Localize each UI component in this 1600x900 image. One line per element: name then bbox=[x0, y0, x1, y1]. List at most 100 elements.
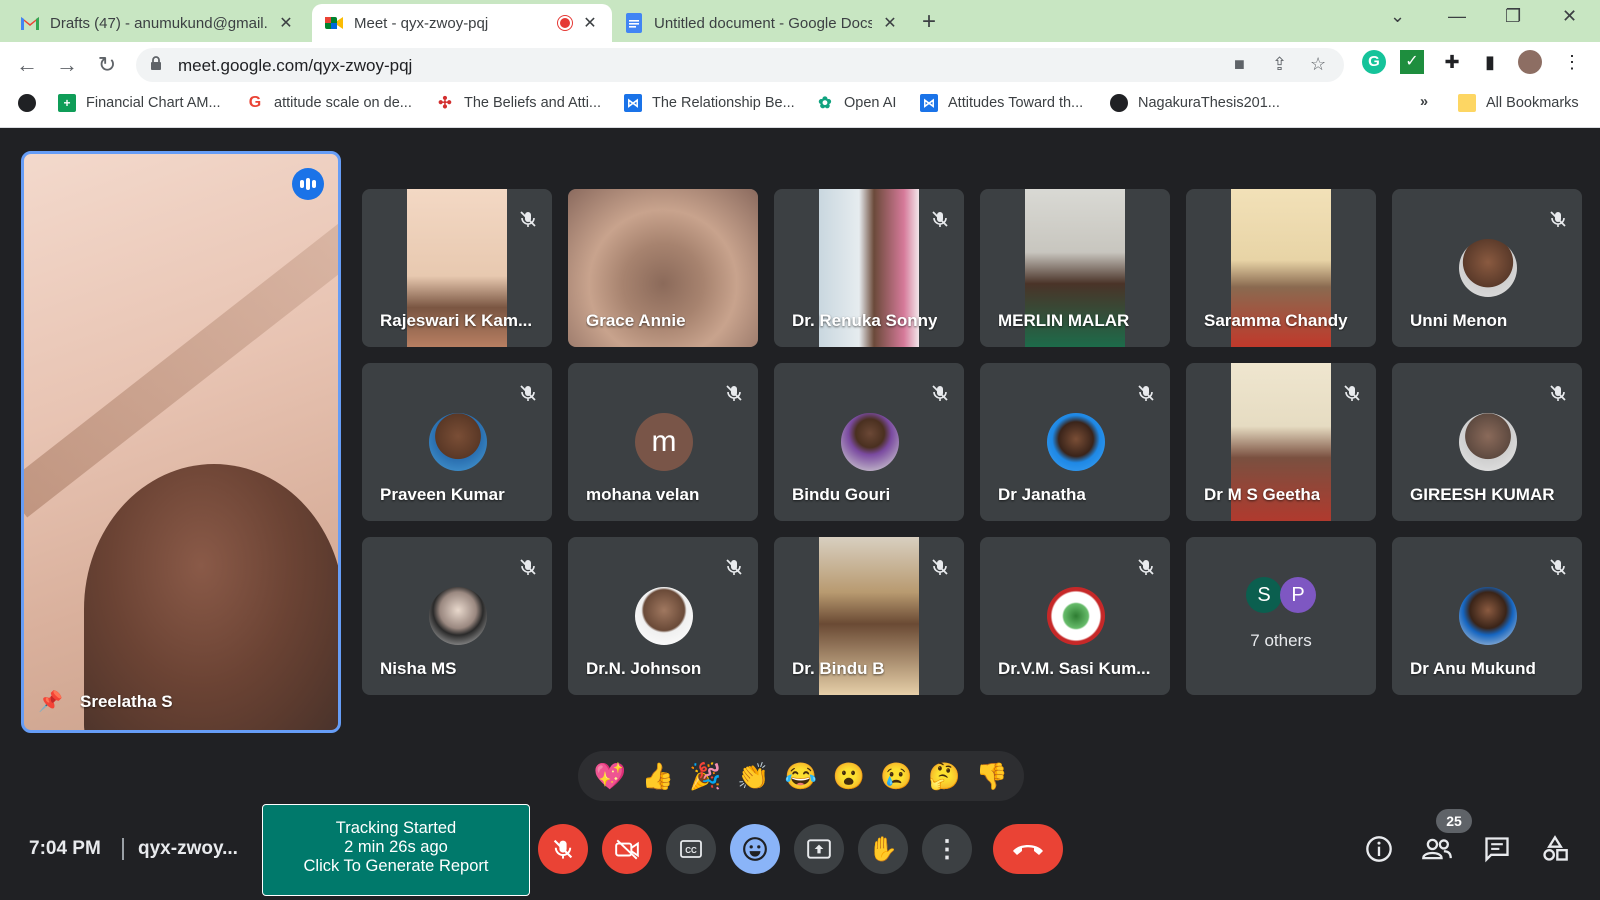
camera-blocked-icon[interactable]: ■ bbox=[1234, 54, 1245, 75]
surprised-reaction[interactable]: 😮 bbox=[831, 758, 867, 794]
back-icon[interactable]: ← bbox=[12, 50, 42, 80]
close-icon[interactable]: ✕ bbox=[880, 13, 900, 33]
bookmark-item[interactable]: ⋈ Attitudes Toward th... bbox=[920, 94, 1083, 112]
college-logo-icon bbox=[1047, 587, 1105, 645]
tab-title: Meet - qyx-zwoy-pqj bbox=[354, 14, 489, 32]
leave-call-button[interactable] bbox=[993, 824, 1063, 874]
tab-gmail[interactable]: Drafts (47) - anumukund@gmail.com ✕ bbox=[8, 4, 308, 42]
close-icon[interactable]: ✕ bbox=[276, 13, 296, 33]
crying-reaction[interactable]: 😢 bbox=[878, 758, 914, 794]
grammarly-icon[interactable]: G bbox=[1362, 50, 1386, 74]
extensions-icon[interactable]: ✚ bbox=[1440, 50, 1464, 74]
mic-toggle-button[interactable] bbox=[538, 824, 588, 874]
tab-docs[interactable]: Untitled document - Google Docs ✕ bbox=[612, 4, 912, 42]
bookmark-star-icon[interactable]: ☆ bbox=[1310, 54, 1326, 75]
checkmark-extension-icon[interactable]: ✓ bbox=[1400, 50, 1424, 74]
participant-tile[interactable]: Dr.N. Johnson bbox=[568, 537, 758, 695]
participant-tile[interactable]: MERLIN MALAR bbox=[980, 189, 1170, 347]
participant-tile[interactable]: Bindu Gouri bbox=[774, 363, 964, 521]
participant-tile[interactable]: Dr Janatha bbox=[980, 363, 1170, 521]
bookmark-label: Open AI bbox=[844, 95, 897, 111]
close-icon[interactable]: ✕ bbox=[580, 13, 600, 33]
mic-off-icon bbox=[1138, 385, 1154, 401]
mic-off-icon bbox=[726, 385, 742, 401]
reload-icon[interactable]: ↻ bbox=[92, 50, 122, 80]
mic-off-icon bbox=[1550, 211, 1566, 227]
raise-hand-button[interactable]: ✋ bbox=[858, 824, 908, 874]
participant-name: Dr. Renuka Sonny bbox=[792, 311, 938, 330]
participant-tile[interactable]: Dr. Bindu B bbox=[774, 537, 964, 695]
participant-tile[interactable]: Praveen Kumar bbox=[362, 363, 552, 521]
all-bookmarks-button[interactable]: All Bookmarks bbox=[1458, 94, 1579, 112]
party-popper-reaction[interactable]: 🎉 bbox=[687, 758, 723, 794]
chat-icon[interactable] bbox=[1480, 832, 1514, 866]
participant-tile[interactable]: Rajeswari K Kam... bbox=[362, 189, 552, 347]
participant-avatar bbox=[635, 587, 693, 645]
new-tab-button[interactable]: + bbox=[922, 8, 936, 36]
tracking-report-button[interactable]: Tracking Started 2 min 26s ago Click To … bbox=[262, 804, 530, 896]
participant-tile[interactable]: Nisha MS bbox=[362, 537, 552, 695]
present-button[interactable] bbox=[794, 824, 844, 874]
sparkling-heart-reaction[interactable]: 💖 bbox=[592, 758, 628, 794]
tab-title: Untitled document - Google Docs bbox=[654, 14, 872, 32]
participant-name: GIREESH KUMAR bbox=[1410, 485, 1555, 504]
bookmark-item[interactable]: ✣ The Beliefs and Atti... bbox=[436, 94, 601, 112]
pin-icon[interactable]: 📌 bbox=[38, 689, 63, 714]
participant-name: Dr Janatha bbox=[998, 485, 1086, 504]
camera-toggle-button[interactable] bbox=[602, 824, 652, 874]
mic-off-icon bbox=[932, 385, 948, 401]
thumbs-down-reaction[interactable]: 👎 bbox=[974, 758, 1010, 794]
thinking-reaction[interactable]: 🤔 bbox=[926, 758, 962, 794]
meeting-details-icon[interactable] bbox=[1362, 832, 1396, 866]
participant-name: Nisha MS bbox=[380, 659, 457, 678]
participant-tile[interactable]: Dr Anu Mukund bbox=[1392, 537, 1582, 695]
address-bar[interactable]: meet.google.com/qyx-zwoy-pqj ■ ⇪ ☆ bbox=[136, 48, 1344, 82]
more-options-button[interactable]: ⋮ bbox=[922, 824, 972, 874]
thumbs-up-reaction[interactable]: 👍 bbox=[640, 758, 676, 794]
participant-tile[interactable]: Unni Menon bbox=[1392, 189, 1582, 347]
bookmark-label: Attitudes Toward th... bbox=[948, 95, 1084, 111]
participant-tile[interactable]: Dr.V.M. Sasi Kum... bbox=[980, 537, 1170, 695]
participant-tile[interactable]: Dr. Renuka Sonny bbox=[774, 189, 964, 347]
others-tile[interactable]: S P 7 others bbox=[1186, 537, 1376, 695]
bookmark-item[interactable]: NagakuraThesis201... bbox=[1110, 94, 1280, 112]
menu-icon[interactable]: ⋮ bbox=[1560, 50, 1584, 74]
clapping-reaction[interactable]: 👏 bbox=[735, 758, 771, 794]
meeting-code[interactable]: qyx-zwoy... bbox=[138, 838, 238, 860]
close-window-button[interactable]: ✕ bbox=[1562, 6, 1577, 27]
participant-tile[interactable]: Dr M S Geetha bbox=[1186, 363, 1376, 521]
tab-meet[interactable]: Meet - qyx-zwoy-pqj ✕ bbox=[312, 4, 612, 42]
captions-button[interactable]: CC bbox=[666, 824, 716, 874]
participant-avatar bbox=[429, 587, 487, 645]
globe-icon[interactable] bbox=[18, 94, 46, 112]
participant-name: Bindu Gouri bbox=[792, 485, 891, 504]
side-panel-icon[interactable]: ▮ bbox=[1478, 50, 1502, 74]
self-video-tile[interactable]: 📌 Sreelatha S bbox=[21, 151, 341, 733]
bookmark-item[interactable]: ⋈ The Relationship Be... bbox=[624, 94, 795, 112]
participant-tile[interactable]: m mohana velan bbox=[568, 363, 758, 521]
participant-tile[interactable]: GIREESH KUMAR bbox=[1392, 363, 1582, 521]
forward-icon[interactable]: → bbox=[52, 50, 82, 80]
bookmark-label: The Beliefs and Atti... bbox=[464, 95, 602, 111]
bookmark-item[interactable]: ✿ Open AI bbox=[816, 94, 896, 112]
participant-name: Rajeswari K Kam... bbox=[380, 311, 533, 330]
bookmarks-overflow-button[interactable]: » bbox=[1420, 94, 1428, 110]
people-icon[interactable] bbox=[1420, 832, 1454, 866]
profile-avatar[interactable] bbox=[1518, 50, 1542, 74]
bookmark-item[interactable]: + Financial Chart AM... bbox=[58, 94, 221, 112]
minimize-button[interactable]: — bbox=[1448, 6, 1466, 27]
share-icon[interactable]: ⇪ bbox=[1272, 54, 1287, 75]
reactions-button[interactable] bbox=[730, 824, 780, 874]
activities-icon[interactable] bbox=[1538, 832, 1572, 866]
box-icon: ⋈ bbox=[624, 94, 642, 112]
participant-count-badge: 25 bbox=[1436, 809, 1472, 833]
present-screen-icon bbox=[807, 839, 831, 859]
participant-tile[interactable]: Grace Annie bbox=[568, 189, 758, 347]
tracking-status: Tracking Started bbox=[335, 819, 457, 837]
participant-tile[interactable]: Saramma Chandy bbox=[1186, 189, 1376, 347]
laughing-reaction[interactable]: 😂 bbox=[783, 758, 819, 794]
restore-button[interactable]: ❐ bbox=[1505, 6, 1521, 27]
bookmark-item[interactable]: G attitude scale on de... bbox=[246, 94, 412, 112]
camera-off-icon bbox=[615, 839, 639, 860]
tab-search-icon[interactable]: ⌄ bbox=[1390, 6, 1405, 27]
